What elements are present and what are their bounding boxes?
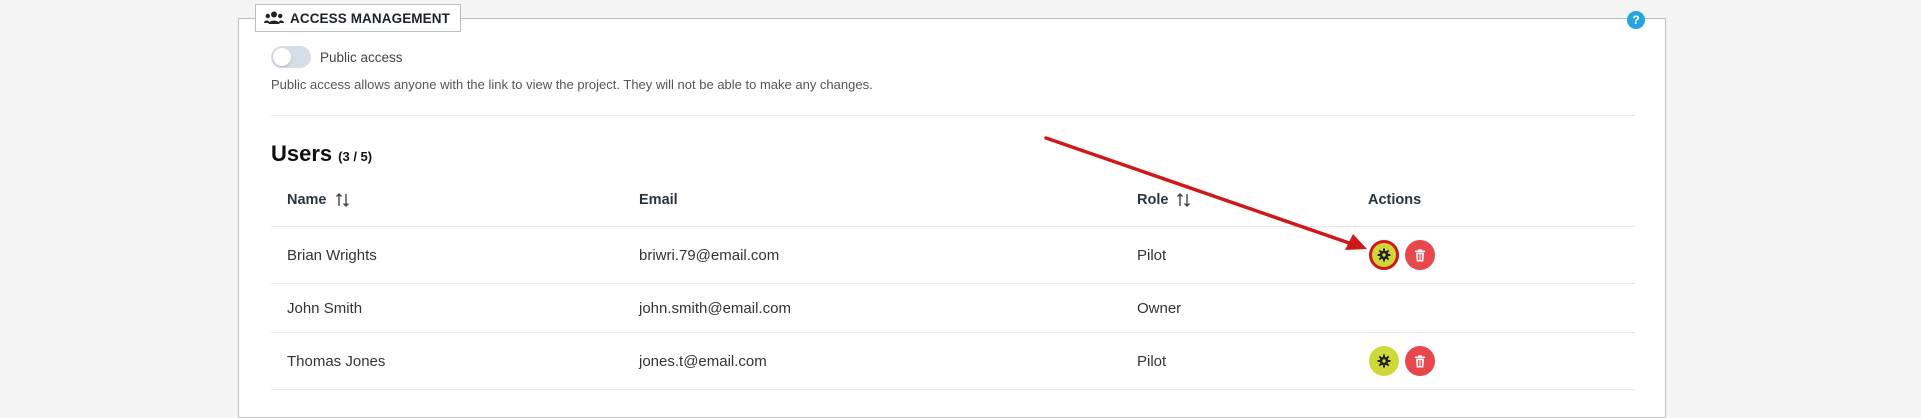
- toggle-knob: [273, 48, 291, 66]
- column-header-name-label: Name: [287, 192, 327, 208]
- column-header-actions-label: Actions: [1368, 192, 1422, 208]
- gear-icon: [1377, 248, 1391, 262]
- row-divider: [271, 389, 1635, 390]
- gear-icon: [1377, 354, 1391, 368]
- public-access-toggle[interactable]: [271, 46, 311, 68]
- user-settings-button[interactable]: [1369, 240, 1399, 270]
- column-header-actions: Actions: [1368, 192, 1421, 208]
- row-divider: [271, 283, 1635, 284]
- sort-arrows-icon[interactable]: [1176, 192, 1192, 208]
- row-divider: [271, 226, 1635, 227]
- row-divider: [271, 332, 1635, 333]
- section-divider: [271, 115, 1635, 116]
- user-email: jones.t@email.com: [639, 353, 767, 370]
- sort-arrows-icon[interactable]: [335, 192, 351, 208]
- user-role: Owner: [1137, 300, 1182, 317]
- user-email: john.smith@email.com: [639, 300, 791, 317]
- users-count: (3 / 5): [338, 149, 373, 164]
- user-name: Thomas Jones: [287, 353, 386, 370]
- users-title: Users: [271, 141, 333, 166]
- users-group-icon: [264, 10, 284, 26]
- users-heading: Users (3 / 5): [271, 141, 372, 167]
- public-access-row: Public access: [271, 46, 403, 68]
- user-settings-button[interactable]: [1369, 346, 1399, 376]
- section-legend: ACCESS MANAGEMENT: [255, 4, 461, 32]
- column-header-email: Email: [639, 192, 678, 208]
- trash-icon: [1415, 354, 1425, 367]
- user-role: Pilot: [1137, 353, 1167, 370]
- user-delete-button[interactable]: [1405, 240, 1435, 270]
- help-icon[interactable]: ?: [1627, 11, 1645, 29]
- user-name: Brian Wrights: [287, 247, 377, 264]
- column-header-email-label: Email: [639, 192, 678, 208]
- public-access-description: Public access allows anyone with the lin…: [271, 77, 873, 92]
- user-role: Pilot: [1137, 247, 1167, 264]
- user-delete-button[interactable]: [1405, 346, 1435, 376]
- user-email: briwri.79@email.com: [639, 247, 780, 264]
- column-header-role[interactable]: Role: [1137, 192, 1192, 208]
- trash-icon: [1415, 248, 1425, 261]
- column-header-role-label: Role: [1137, 192, 1169, 208]
- column-header-name[interactable]: Name: [287, 192, 351, 208]
- user-name: John Smith: [287, 300, 363, 317]
- section-title: ACCESS MANAGEMENT: [290, 10, 450, 26]
- public-access-label: Public access: [320, 49, 403, 65]
